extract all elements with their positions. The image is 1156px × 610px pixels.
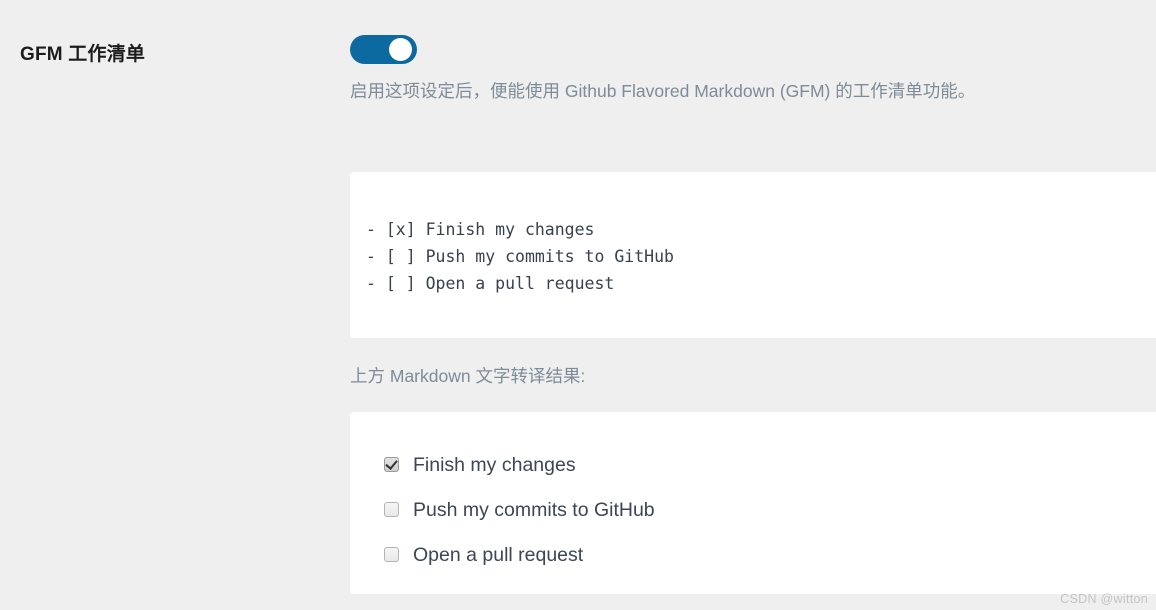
checkbox-checked-icon[interactable] [384,457,399,472]
gfm-task-list-toggle[interactable] [350,35,417,64]
list-item[interactable]: Push my commits to GitHub [384,487,655,532]
toggle-knob [389,38,412,61]
markdown-source-code: - [x] Finish my changes - [ ] Push my co… [366,220,674,293]
setting-title: GFM 工作清单 [20,44,146,65]
task-label: Open a pull request [413,543,584,566]
list-item[interactable]: Open a pull request [384,532,655,577]
list-item[interactable]: Finish my changes [384,442,655,487]
markdown-source-panel: - [x] Finish my changes - [ ] Push my co… [350,172,1156,338]
checkbox-unchecked-icon[interactable] [384,547,399,562]
checkbox-unchecked-icon[interactable] [384,502,399,517]
settings-page: GFM 工作清单 启用这项设定后，便能使用 Github Flavored Ma… [0,0,1156,610]
watermark: CSDN @witton [1060,592,1148,606]
setting-description: 启用这项设定后，便能使用 Github Flavored Markdown (G… [350,81,976,101]
rendered-result-panel: Finish my changes Push my commits to Git… [350,412,1156,594]
task-label: Push my commits to GitHub [413,498,655,521]
task-list: Finish my changes Push my commits to Git… [384,442,655,577]
task-label: Finish my changes [413,453,576,476]
rendered-result-caption: 上方 Markdown 文字转译结果: [350,366,586,386]
